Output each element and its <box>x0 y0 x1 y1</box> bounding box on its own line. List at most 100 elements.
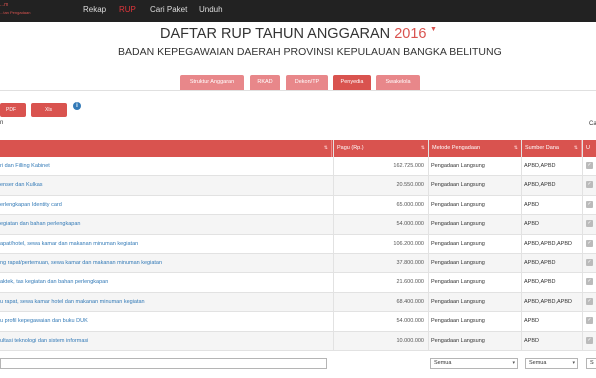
pagu-value: 162.725.000 <box>393 163 424 169</box>
nav-item-rekap[interactable]: Rekap <box>83 5 106 14</box>
sumber-value: APBD,APBD <box>524 163 556 169</box>
sumber-value: APBD,APBD,APBD <box>524 240 572 247</box>
table-row: ultasi teknologi dan sistem informasi 10… <box>0 331 596 351</box>
tab-penyedia[interactable]: Penyedia <box>333 75 371 90</box>
column-header-pagu[interactable]: Pagu (Rp.) ⇅ <box>334 140 429 157</box>
year-dropdown-marker[interactable]: ▼ <box>430 26 437 33</box>
search-label: Ca <box>589 121 596 127</box>
export-pdf-button[interactable]: PDF <box>0 103 26 117</box>
paket-filter-input[interactable] <box>0 358 327 369</box>
check-icon: ✓ <box>586 336 593 344</box>
nav-item-rup[interactable]: RUP <box>119 5 136 14</box>
table-row: enser dan Kulkas 20.550.000 Pengadaan La… <box>0 176 596 196</box>
metode-value: Pengadaan Langsung <box>431 221 485 228</box>
table-row: erlengkapan Identity card 65.000.000 Pen… <box>0 196 596 216</box>
u-filter-value: S <box>590 360 594 366</box>
table-header: ⇅ Pagu (Rp.) ⇅ Metode Pengadaan ⇅ Sumber D… <box>0 140 596 157</box>
sort-icon: ⇅ <box>573 145 578 151</box>
sort-icon: ⇅ <box>420 145 425 151</box>
column-divider <box>521 140 522 351</box>
pagu-value: 54.000.000 <box>396 221 424 228</box>
table-row: egiatan dan bahan perlengkapan 54.000.00… <box>0 215 596 235</box>
column-label-pagu: Pagu (Rp.) <box>337 145 364 151</box>
paket-link[interactable]: apat/hotel, sewa kamar dan makanan minum… <box>0 235 332 254</box>
metode-value: Pengadaan Langsung <box>431 318 485 325</box>
column-header-u[interactable]: U <box>583 140 596 157</box>
column-header-sumber[interactable]: Sumber Dana ⇅ <box>522 140 582 157</box>
nav-item-cari-paket[interactable]: Cari Paket <box>150 5 187 14</box>
metode-value: Pengadaan Langsung <box>431 182 485 189</box>
column-label-metode: Metode Pengadaan <box>432 145 481 151</box>
tab-rkad[interactable]: RKAD <box>250 75 280 90</box>
paket-link[interactable]: ri dan Filling Kabinet <box>0 157 332 176</box>
u-filter-select[interactable]: S <box>586 358 596 369</box>
brand-line1: ...m <box>0 2 9 8</box>
export-xls-label: Xls <box>45 107 52 113</box>
metode-value: Pengadaan Langsung <box>431 240 485 247</box>
pagu-value: 54.000.000 <box>396 318 424 325</box>
column-divider <box>333 140 334 351</box>
brand-line2: ...tan Pengadaan <box>0 10 31 15</box>
metode-filter-select[interactable]: Semua ▾ <box>430 358 518 369</box>
paket-link[interactable]: u profil kepegawaian dan buku DUK <box>0 312 332 331</box>
pagu-value: 10.000.000 <box>396 337 424 344</box>
tab-divider <box>0 90 596 91</box>
pagu-value: 20.550.000 <box>396 182 424 189</box>
metode-value: Pengadaan Langsung <box>431 201 485 208</box>
sumber-value: APBD <box>524 337 539 344</box>
pagu-value: 21.600.000 <box>396 279 424 286</box>
sumber-value: APBD <box>524 201 539 208</box>
sumber-filter-value: Semua <box>529 360 547 366</box>
paket-link[interactable]: erlengkapan Identity card <box>0 196 332 215</box>
paket-link[interactable]: ng rapat/pertemuan, sewa kamar dan makan… <box>0 254 332 273</box>
pagu-value: 65.000.000 <box>396 201 424 208</box>
column-label-u: U <box>586 145 590 151</box>
sort-icon: ⇅ <box>323 145 328 151</box>
check-icon: ✓ <box>586 200 593 208</box>
table-row: u rapat, sewa kamar hotel dan makanan mi… <box>0 292 596 313</box>
sumber-value: APBD <box>524 221 539 228</box>
table-row: ng rapat/pertemuan, sewa kamar dan makan… <box>0 254 596 274</box>
brand-logo[interactable]: ...m ...tan Pengadaan <box>0 2 62 20</box>
check-icon: ✓ <box>586 259 593 266</box>
metode-value: Pengadaan Langsung <box>431 298 485 305</box>
chevron-down-icon: ▾ <box>512 360 515 366</box>
check-icon: ✓ <box>586 162 593 169</box>
metode-value: Pengadaan Langsung <box>431 260 485 266</box>
export-xls-button[interactable]: Xls <box>31 103 67 117</box>
column-header-metode[interactable]: Metode Pengadaan ⇅ <box>429 140 522 157</box>
nav-item-unduh[interactable]: Unduh <box>199 5 223 14</box>
check-icon: ✓ <box>586 181 593 189</box>
chevron-down-icon: ▾ <box>572 360 575 366</box>
sumber-filter-select[interactable]: Semua ▾ <box>525 358 578 369</box>
pagu-value: 37.800.000 <box>396 260 424 266</box>
sumber-value: APBD,APBD <box>524 279 556 286</box>
column-divider <box>428 140 429 351</box>
tab-dekon-tp[interactable]: Dekon/TP <box>286 75 328 90</box>
table-row: u profil kepegawaian dan buku DUK 54.000… <box>0 312 596 332</box>
paket-link[interactable]: enser dan Kulkas <box>0 176 332 195</box>
metode-value: Pengadaan Langsung <box>431 337 485 344</box>
metode-value: Pengadaan Langsung <box>431 163 485 169</box>
paket-link[interactable]: ultasi teknologi dan sistem informasi <box>0 332 332 351</box>
column-header-paket[interactable]: ⇅ <box>0 140 332 157</box>
table-row: apat/hotel, sewa kamar dan makanan minum… <box>0 235 596 254</box>
sumber-value: APBD,APBD,APBD <box>524 298 572 305</box>
check-icon: ✓ <box>586 220 593 228</box>
agency-subtitle: BADAN KEPEGAWAIAN DAERAH PROVINSI KEPULA… <box>118 46 502 58</box>
tab-struktur-anggaran[interactable]: Struktur Anggaran <box>180 75 244 90</box>
info-icon[interactable]: i <box>73 102 81 110</box>
pagu-value: 68.400.000 <box>396 298 424 305</box>
top-navbar: ...m ...tan Pengadaan Rekap RUP Cari Pak… <box>0 0 596 22</box>
sort-icon: ⇅ <box>513 145 518 151</box>
metode-value: Pengadaan Langsung <box>431 279 485 286</box>
tab-swakelola[interactable]: Swakelola <box>376 75 420 90</box>
paket-link[interactable]: aktek, tas kegiatan dan bahan perlengkap… <box>0 273 332 292</box>
page-title-text: DAFTAR RUP TAHUN ANGGARAN <box>160 26 391 42</box>
column-label-sumber: Sumber Dana <box>525 145 559 151</box>
year-selector[interactable]: 2016 <box>394 26 426 42</box>
paket-link[interactable]: u rapat, sewa kamar hotel dan makanan mi… <box>0 293 332 312</box>
sumber-value: APBD <box>524 318 539 325</box>
table-row: ri dan Filling Kabinet 162.725.000 Penga… <box>0 157 596 177</box>
paket-link[interactable]: egiatan dan bahan perlengkapan <box>0 215 332 234</box>
